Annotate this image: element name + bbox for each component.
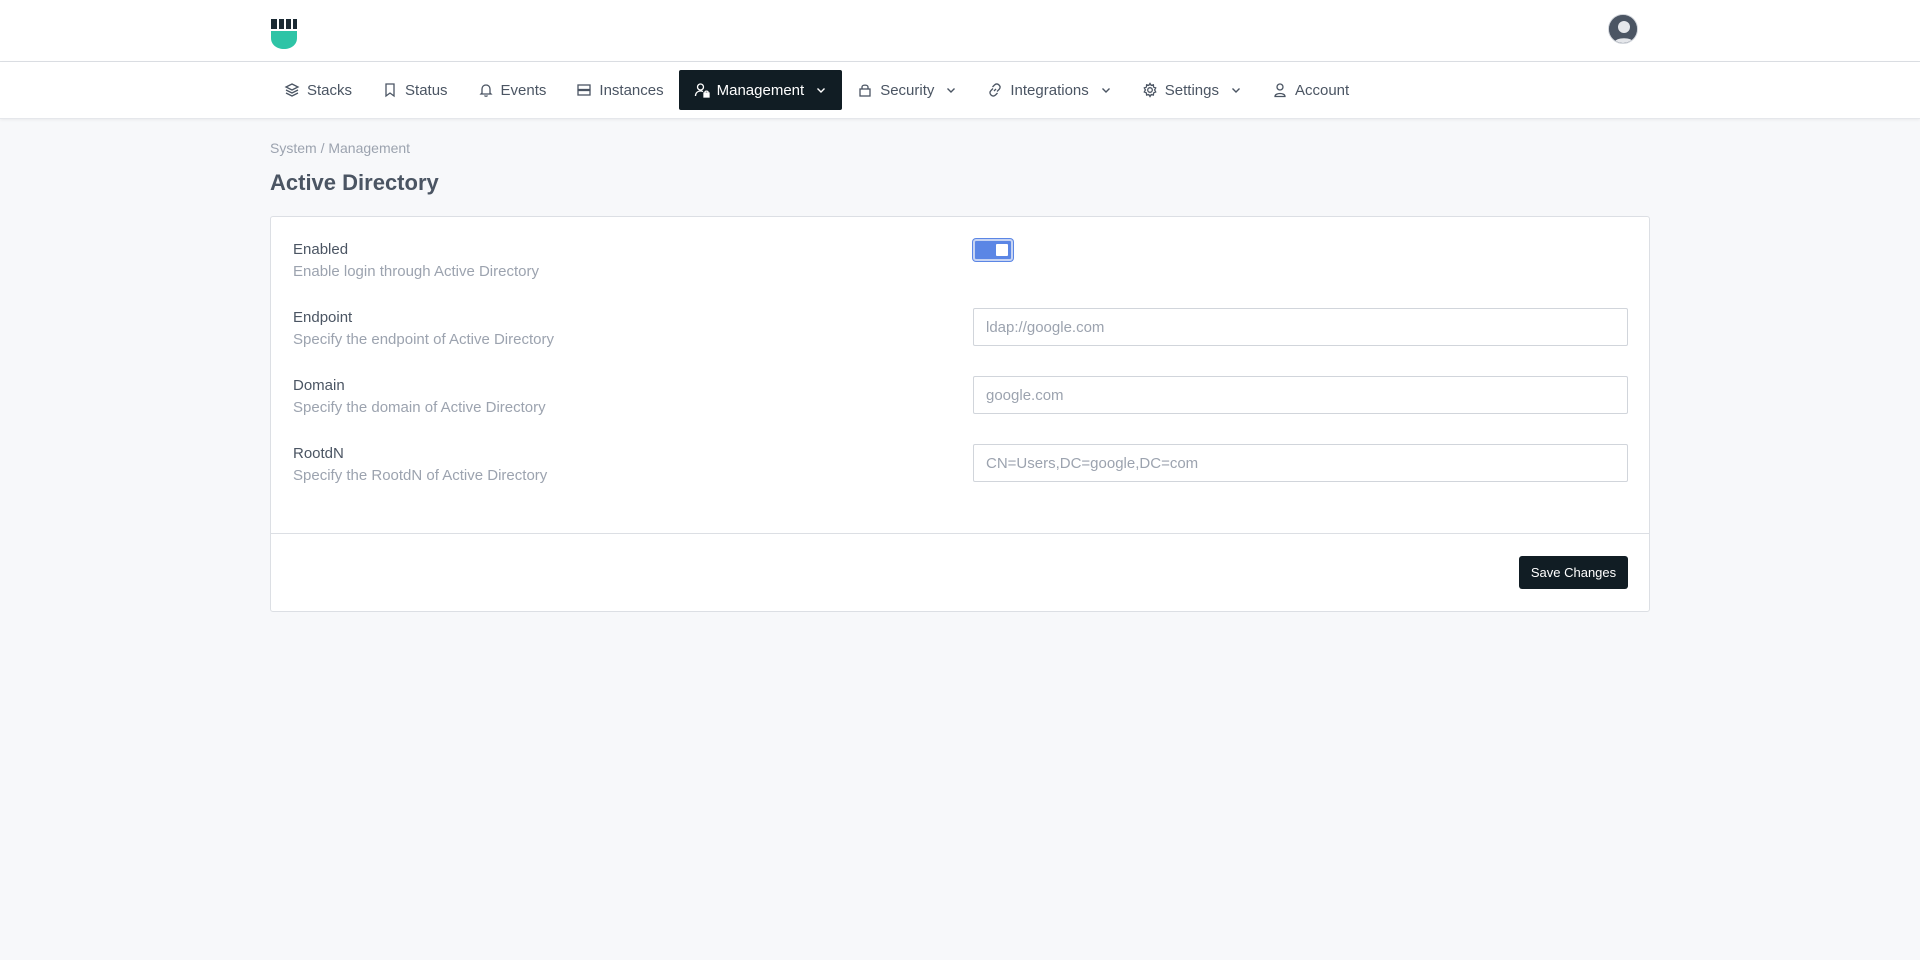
breadcrumb[interactable]: System / Management: [270, 140, 410, 156]
nav-item-label: Status: [405, 81, 448, 99]
nav-item-security[interactable]: Security: [842, 70, 972, 110]
enabled-help: Enable login through Active Directory: [293, 263, 539, 280]
nav-item-label: Integrations: [1010, 81, 1089, 99]
user-lock-icon: [694, 83, 710, 98]
bell-icon: [478, 84, 493, 97]
layers-icon: [284, 83, 300, 97]
chevron-down-icon: [1101, 88, 1110, 93]
chevron-down-icon: [947, 88, 956, 93]
link-icon: [989, 83, 1002, 97]
enabled-row: Enabled Enable login through Active Dire…: [293, 241, 1627, 280]
gear-icon: [1143, 82, 1157, 98]
form-divider: [271, 533, 1649, 534]
nav-item-status[interactable]: Status: [367, 70, 463, 110]
endpoint-field[interactable]: [973, 308, 1628, 346]
bookmark-icon: [385, 83, 395, 98]
nav-item-label: Instances: [599, 81, 664, 99]
save-changes-button[interactable]: Save Changes: [1519, 556, 1628, 589]
active-directory-form: Enabled Enable login through Active Dire…: [270, 216, 1650, 612]
chevron-down-icon: [817, 88, 826, 93]
enabled-label: Enabled: [293, 241, 349, 258]
server-icon: [577, 84, 592, 96]
main-navigation: Stacks Status Events Instances Managemen…: [0, 62, 1920, 119]
nav-item-integrations[interactable]: Integrations: [972, 70, 1126, 110]
lock-icon: [859, 84, 871, 97]
nav-item-account[interactable]: Account: [1257, 70, 1364, 110]
nav-item-management[interactable]: Management: [678, 70, 843, 110]
nav-item-label: Account: [1294, 81, 1350, 99]
nav-item-label: Events: [500, 81, 547, 99]
nav-item-label: Settings: [1164, 81, 1219, 99]
nav-item-events[interactable]: Events: [463, 70, 562, 110]
user-icon: [1274, 83, 1286, 98]
nav-item-settings[interactable]: Settings: [1127, 70, 1257, 110]
nav-item-label: Security: [880, 81, 935, 99]
domain-field[interactable]: [973, 376, 1628, 414]
nav-item-stacks[interactable]: Stacks: [270, 70, 367, 110]
rootdn-field[interactable]: [973, 444, 1628, 482]
nav-item-label: Management: [716, 81, 805, 99]
toggle-knob: [996, 244, 1008, 256]
enabled-toggle[interactable]: [973, 239, 1013, 261]
chevron-down-icon: [1231, 88, 1240, 93]
logo-icon[interactable]: [270, 18, 298, 50]
top-bar: [0, 0, 1920, 62]
user-avatar[interactable]: [1608, 14, 1638, 44]
nav-item-label: Stacks: [307, 81, 353, 99]
nav-item-instances[interactable]: Instances: [561, 70, 678, 110]
page-title: Active Directory: [270, 170, 439, 195]
